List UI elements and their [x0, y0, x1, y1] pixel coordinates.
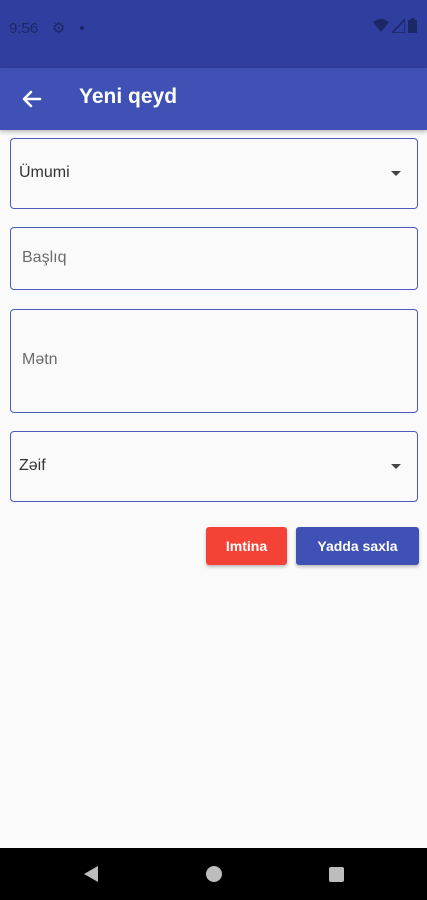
notification-dot-icon [80, 26, 84, 30]
cellular-signal-icon [392, 18, 405, 33]
app-bar: Yeni qeyd [0, 68, 427, 130]
category-dropdown[interactable]: Ümumi [10, 138, 418, 209]
battery-icon [408, 18, 417, 33]
category-selected-value: Ümumi [19, 164, 70, 181]
priority-dropdown[interactable]: Zəif [10, 431, 418, 502]
status-icons [373, 18, 417, 33]
text-input-placeholder: Mətn [22, 351, 58, 368]
status-time: 9:56 [9, 20, 39, 37]
save-button[interactable]: Yadda saxla [296, 527, 419, 565]
settings-gear-icon: ⚙ [52, 20, 66, 37]
page-title: Yeni qeyd [79, 85, 178, 108]
title-input-placeholder: Başlıq [22, 249, 67, 266]
nav-back-icon[interactable] [82, 865, 100, 883]
title-input[interactable]: Başlıq [10, 227, 418, 290]
text-input[interactable]: Mətn [10, 309, 418, 413]
nav-home-icon[interactable] [206, 866, 222, 882]
priority-selected-value: Zəif [19, 457, 46, 474]
nav-recent-apps-icon[interactable] [329, 867, 344, 882]
chevron-down-icon [391, 171, 401, 176]
wifi-icon [373, 18, 389, 32]
cancel-button[interactable]: Imtina [206, 527, 287, 565]
status-bar: 9:56 ⚙ [0, 0, 427, 68]
back-arrow-icon[interactable] [18, 85, 46, 113]
chevron-down-icon [391, 464, 401, 469]
